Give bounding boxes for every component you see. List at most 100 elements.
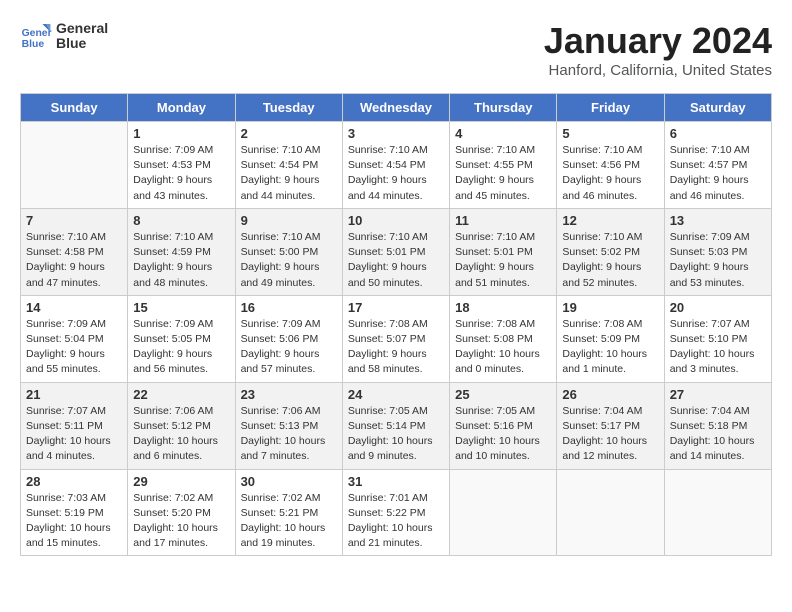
day-info: Sunrise: 7:01 AM Sunset: 5:22 PM Dayligh… — [348, 491, 444, 552]
day-info: Sunrise: 7:04 AM Sunset: 5:17 PM Dayligh… — [562, 404, 658, 465]
daylight-label: Daylight: 9 hours and 55 minutes. — [26, 348, 105, 375]
day-info: Sunrise: 7:07 AM Sunset: 5:11 PM Dayligh… — [26, 404, 122, 465]
month-title: January 2024 — [20, 20, 772, 62]
header-section: General Blue General Blue January 2024 H… — [20, 20, 772, 85]
day-info: Sunrise: 7:10 AM Sunset: 5:01 PM Dayligh… — [455, 230, 551, 291]
day-number: 10 — [348, 213, 444, 228]
sunrise-label: Sunrise: 7:10 AM — [562, 144, 642, 156]
calendar-cell: 10 Sunrise: 7:10 AM Sunset: 5:01 PM Dayl… — [342, 208, 449, 295]
day-info: Sunrise: 7:06 AM Sunset: 5:12 PM Dayligh… — [133, 404, 229, 465]
sunrise-label: Sunrise: 7:09 AM — [670, 231, 750, 243]
sunset-label: Sunset: 5:10 PM — [670, 333, 748, 345]
sunrise-label: Sunrise: 7:10 AM — [455, 231, 535, 243]
daylight-label: Daylight: 9 hours and 51 minutes. — [455, 261, 534, 288]
day-info: Sunrise: 7:05 AM Sunset: 5:16 PM Dayligh… — [455, 404, 551, 465]
day-number: 29 — [133, 474, 229, 489]
sunrise-label: Sunrise: 7:10 AM — [241, 144, 321, 156]
sunset-label: Sunset: 5:20 PM — [133, 507, 211, 519]
weekday-header-row: SundayMondayTuesdayWednesdayThursdayFrid… — [21, 94, 772, 122]
sunset-label: Sunset: 4:53 PM — [133, 159, 211, 171]
day-info: Sunrise: 7:09 AM Sunset: 5:05 PM Dayligh… — [133, 317, 229, 378]
sunrise-label: Sunrise: 7:10 AM — [562, 231, 642, 243]
day-info: Sunrise: 7:09 AM Sunset: 4:53 PM Dayligh… — [133, 143, 229, 204]
sunset-label: Sunset: 5:14 PM — [348, 420, 426, 432]
calendar-cell: 23 Sunrise: 7:06 AM Sunset: 5:13 PM Dayl… — [235, 382, 342, 469]
day-number: 7 — [26, 213, 122, 228]
sunrise-label: Sunrise: 7:06 AM — [241, 405, 321, 417]
day-number: 26 — [562, 387, 658, 402]
daylight-label: Daylight: 9 hours and 49 minutes. — [241, 261, 320, 288]
day-number: 2 — [241, 126, 337, 141]
sunrise-label: Sunrise: 7:09 AM — [133, 144, 213, 156]
day-info: Sunrise: 7:10 AM Sunset: 4:54 PM Dayligh… — [241, 143, 337, 204]
weekday-header-tuesday: Tuesday — [235, 94, 342, 122]
calendar-cell — [664, 469, 771, 556]
daylight-label: Daylight: 10 hours and 0 minutes. — [455, 348, 540, 375]
sunrise-label: Sunrise: 7:07 AM — [670, 318, 750, 330]
sunrise-label: Sunrise: 7:01 AM — [348, 492, 428, 504]
sunrise-label: Sunrise: 7:10 AM — [670, 144, 750, 156]
day-info: Sunrise: 7:08 AM Sunset: 5:07 PM Dayligh… — [348, 317, 444, 378]
calendar-cell: 7 Sunrise: 7:10 AM Sunset: 4:58 PM Dayli… — [21, 208, 128, 295]
weekday-header-wednesday: Wednesday — [342, 94, 449, 122]
daylight-label: Daylight: 9 hours and 46 minutes. — [562, 174, 641, 201]
sunset-label: Sunset: 5:04 PM — [26, 333, 104, 345]
daylight-label: Daylight: 9 hours and 58 minutes. — [348, 348, 427, 375]
day-info: Sunrise: 7:08 AM Sunset: 5:08 PM Dayligh… — [455, 317, 551, 378]
calendar-cell — [450, 469, 557, 556]
sunset-label: Sunset: 5:18 PM — [670, 420, 748, 432]
weekday-header-friday: Friday — [557, 94, 664, 122]
daylight-label: Daylight: 9 hours and 44 minutes. — [241, 174, 320, 201]
sunrise-label: Sunrise: 7:07 AM — [26, 405, 106, 417]
day-number: 6 — [670, 126, 766, 141]
sunset-label: Sunset: 5:01 PM — [455, 246, 533, 258]
logo-icon: General Blue — [20, 20, 52, 52]
calendar-cell: 15 Sunrise: 7:09 AM Sunset: 5:05 PM Dayl… — [128, 295, 235, 382]
week-row-1: 1 Sunrise: 7:09 AM Sunset: 4:53 PM Dayli… — [21, 122, 772, 209]
sunset-label: Sunset: 5:08 PM — [455, 333, 533, 345]
calendar-cell: 30 Sunrise: 7:02 AM Sunset: 5:21 PM Dayl… — [235, 469, 342, 556]
calendar-cell: 28 Sunrise: 7:03 AM Sunset: 5:19 PM Dayl… — [21, 469, 128, 556]
calendar-cell: 5 Sunrise: 7:10 AM Sunset: 4:56 PM Dayli… — [557, 122, 664, 209]
sunrise-label: Sunrise: 7:02 AM — [241, 492, 321, 504]
daylight-label: Daylight: 10 hours and 12 minutes. — [562, 435, 647, 462]
day-info: Sunrise: 7:10 AM Sunset: 4:57 PM Dayligh… — [670, 143, 766, 204]
daylight-label: Daylight: 9 hours and 53 minutes. — [670, 261, 749, 288]
calendar-cell: 25 Sunrise: 7:05 AM Sunset: 5:16 PM Dayl… — [450, 382, 557, 469]
day-info: Sunrise: 7:04 AM Sunset: 5:18 PM Dayligh… — [670, 404, 766, 465]
day-info: Sunrise: 7:06 AM Sunset: 5:13 PM Dayligh… — [241, 404, 337, 465]
daylight-label: Daylight: 10 hours and 3 minutes. — [670, 348, 755, 375]
calendar-cell: 6 Sunrise: 7:10 AM Sunset: 4:57 PM Dayli… — [664, 122, 771, 209]
day-number: 20 — [670, 300, 766, 315]
day-info: Sunrise: 7:09 AM Sunset: 5:06 PM Dayligh… — [241, 317, 337, 378]
calendar-cell: 3 Sunrise: 7:10 AM Sunset: 4:54 PM Dayli… — [342, 122, 449, 209]
sunrise-label: Sunrise: 7:04 AM — [670, 405, 750, 417]
day-info: Sunrise: 7:10 AM Sunset: 5:01 PM Dayligh… — [348, 230, 444, 291]
daylight-label: Daylight: 9 hours and 47 minutes. — [26, 261, 105, 288]
daylight-label: Daylight: 9 hours and 46 minutes. — [670, 174, 749, 201]
day-number: 24 — [348, 387, 444, 402]
weekday-header-sunday: Sunday — [21, 94, 128, 122]
day-number: 25 — [455, 387, 551, 402]
calendar-cell: 18 Sunrise: 7:08 AM Sunset: 5:08 PM Dayl… — [450, 295, 557, 382]
day-number: 28 — [26, 474, 122, 489]
calendar-cell: 16 Sunrise: 7:09 AM Sunset: 5:06 PM Dayl… — [235, 295, 342, 382]
daylight-label: Daylight: 9 hours and 57 minutes. — [241, 348, 320, 375]
day-number: 23 — [241, 387, 337, 402]
weekday-header-saturday: Saturday — [664, 94, 771, 122]
location: Hanford, California, United States — [20, 62, 772, 79]
day-info: Sunrise: 7:10 AM Sunset: 4:54 PM Dayligh… — [348, 143, 444, 204]
sunset-label: Sunset: 5:13 PM — [241, 420, 319, 432]
day-info: Sunrise: 7:09 AM Sunset: 5:03 PM Dayligh… — [670, 230, 766, 291]
daylight-label: Daylight: 10 hours and 7 minutes. — [241, 435, 326, 462]
sunset-label: Sunset: 5:07 PM — [348, 333, 426, 345]
calendar-table: SundayMondayTuesdayWednesdayThursdayFrid… — [20, 93, 772, 556]
sunset-label: Sunset: 5:22 PM — [348, 507, 426, 519]
week-row-3: 14 Sunrise: 7:09 AM Sunset: 5:04 PM Dayl… — [21, 295, 772, 382]
daylight-label: Daylight: 10 hours and 4 minutes. — [26, 435, 111, 462]
weekday-header-monday: Monday — [128, 94, 235, 122]
daylight-label: Daylight: 9 hours and 43 minutes. — [133, 174, 212, 201]
calendar-cell: 9 Sunrise: 7:10 AM Sunset: 5:00 PM Dayli… — [235, 208, 342, 295]
calendar-cell: 20 Sunrise: 7:07 AM Sunset: 5:10 PM Dayl… — [664, 295, 771, 382]
calendar-cell: 1 Sunrise: 7:09 AM Sunset: 4:53 PM Dayli… — [128, 122, 235, 209]
